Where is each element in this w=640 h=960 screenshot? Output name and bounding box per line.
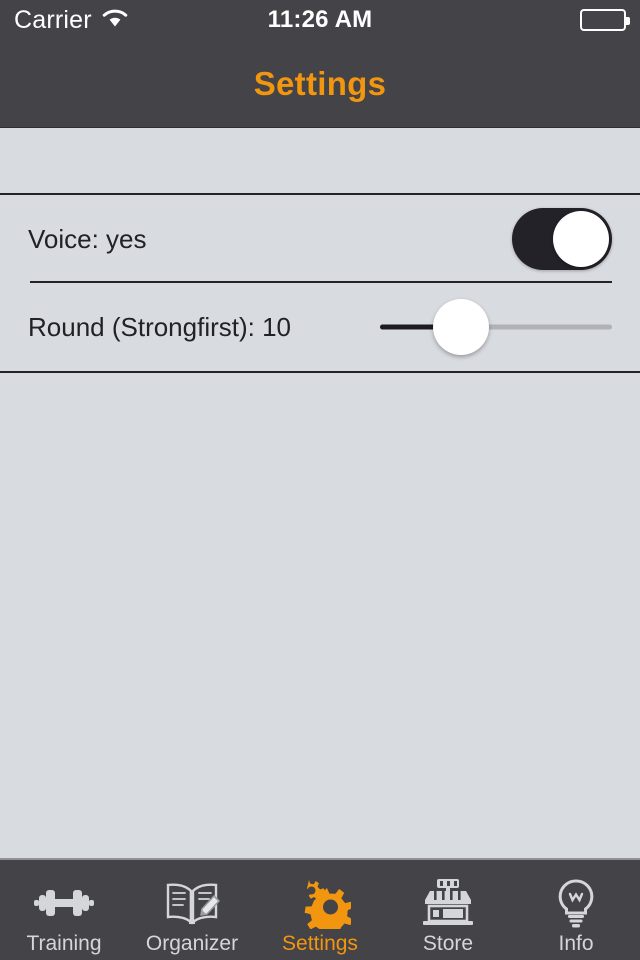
tab-label-settings: Settings [282, 932, 358, 955]
tab-bar: Training Organizer Settings Store Info [0, 858, 640, 960]
battery-icon [580, 9, 630, 31]
tab-label-info: Info [558, 932, 594, 955]
settings-table: Voice: yes Round (Strongfirst): 10 [0, 195, 640, 373]
settings-content: Voice: yes Round (Strongfirst): 10 [0, 128, 640, 858]
toggle-knob [553, 211, 609, 267]
wifi-icon [101, 7, 129, 34]
carrier-label: Carrier [14, 5, 92, 34]
status-bar-right [580, 9, 630, 31]
navigation-bar: Settings [0, 40, 640, 128]
gears-icon [289, 875, 351, 931]
round-row-control [380, 298, 612, 356]
round-slider[interactable] [380, 298, 612, 356]
dumbbell-icon [33, 875, 95, 931]
slider-knob[interactable] [433, 299, 490, 355]
tab-label-training: Training [26, 932, 102, 955]
app-screen: Carrier 11:26 AM Settings Voice: yes Rou… [0, 0, 640, 960]
table-header-spacer [0, 128, 640, 195]
status-bar-left: Carrier [14, 6, 129, 35]
tab-label-store: Store [422, 932, 474, 955]
tab-training[interactable]: Training [0, 860, 128, 960]
tab-organizer[interactable]: Organizer [128, 860, 256, 960]
round-label: Round (Strongfirst): 10 [28, 311, 292, 342]
voice-row-control [512, 208, 612, 270]
voice-label: Voice: yes [28, 223, 147, 254]
tab-label-organizer: Organizer [145, 932, 239, 955]
book-pencil-icon [161, 875, 223, 931]
tab-settings[interactable]: Settings [256, 860, 384, 960]
storefront-icon [417, 875, 479, 931]
lightbulb-icon [545, 875, 607, 931]
page-title: Settings [253, 64, 387, 102]
settings-row-round[interactable]: Round (Strongfirst): 10 [0, 283, 640, 371]
status-bar: Carrier 11:26 AM [0, 0, 640, 40]
tab-store[interactable]: Store [384, 860, 512, 960]
voice-toggle-switch[interactable] [512, 208, 612, 270]
settings-row-voice[interactable]: Voice: yes [0, 195, 640, 283]
tab-info[interactable]: Info [512, 860, 640, 960]
